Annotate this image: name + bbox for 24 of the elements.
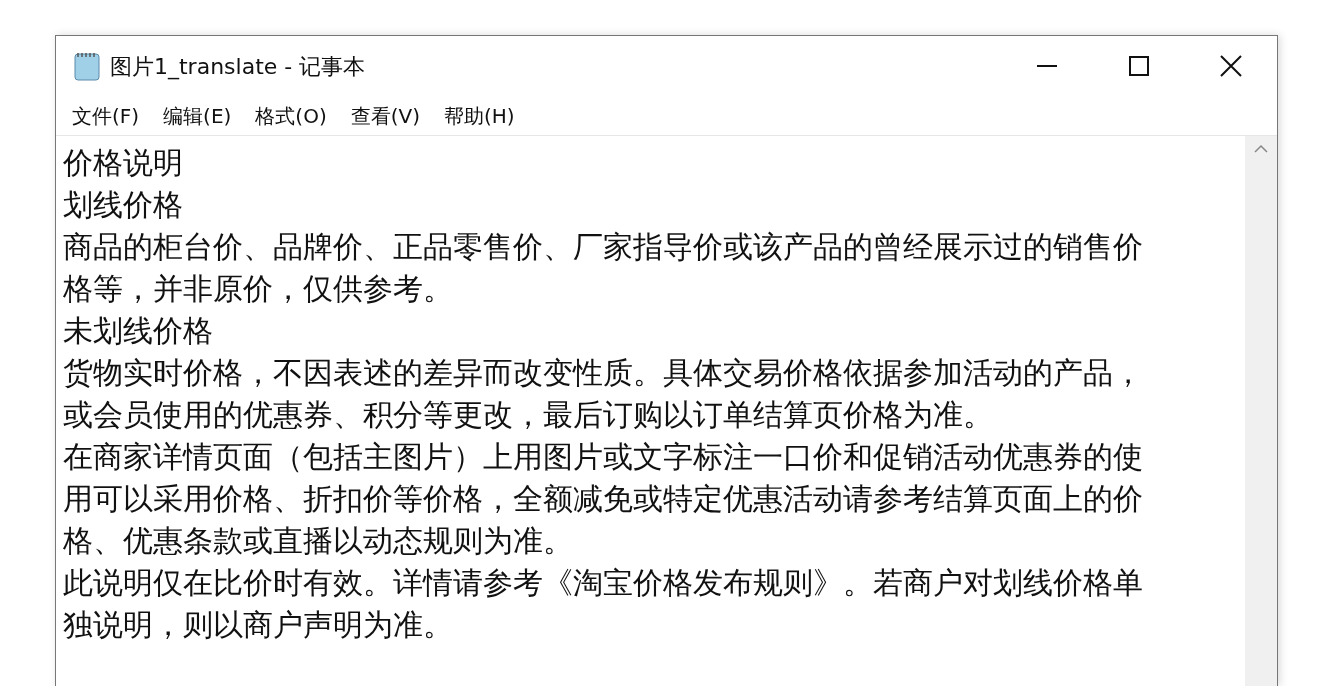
- text-line: 商品的柜台价、品牌价、正品零售价、厂家指导价或该产品的曾经展示过的销售价: [63, 229, 1144, 266]
- text-line: 在商家详情页面（包括主图片）上用图片或文字标注一口价和促销活动优惠券的使: [63, 439, 1144, 476]
- close-icon: [1219, 54, 1243, 78]
- text-line: 用可以采用价格、折扣价等价格，全额减免或特定优惠活动请参考结算页面上的价: [63, 481, 1144, 518]
- text-line: 格等，并非原价，仅供参考。: [63, 271, 454, 308]
- scrollbar[interactable]: [1245, 136, 1277, 686]
- text-line: 未划线价格: [63, 313, 214, 350]
- menu-item[interactable]: 格式(O): [243, 100, 339, 131]
- text-line: 划线价格: [63, 187, 184, 224]
- minimize-icon: [1036, 65, 1058, 67]
- text-line: 货物实时价格，不因表述的差异而改变性质。具体交易价格依据参加活动的产品，: [63, 355, 1144, 392]
- menu-item[interactable]: 编辑(E): [151, 100, 244, 131]
- window-title: 图片1_translate - 记事本: [110, 52, 366, 82]
- menu-item[interactable]: 帮助(H): [432, 100, 527, 131]
- maximize-icon: [1128, 55, 1150, 77]
- text-line: 格、优惠条款或直播以动态规则为准。: [63, 523, 574, 560]
- text-line: 独说明，则以商户声明为准。: [63, 607, 454, 644]
- text-line: 价格说明: [63, 145, 184, 182]
- notepad-icon: [72, 50, 102, 82]
- scroll-up-icon[interactable]: [1254, 144, 1268, 154]
- text-line: 此说明仅在比价时有效。详情请参考《淘宝价格发布规则》。若商户对划线价格单: [63, 565, 1144, 602]
- menu-item[interactable]: 文件(F): [60, 100, 152, 131]
- menu-item[interactable]: 查看(V): [338, 100, 432, 131]
- text-line: 或会员使用的优惠券、积分等更改，最后订购以订单结算页价格为准。: [63, 397, 994, 434]
